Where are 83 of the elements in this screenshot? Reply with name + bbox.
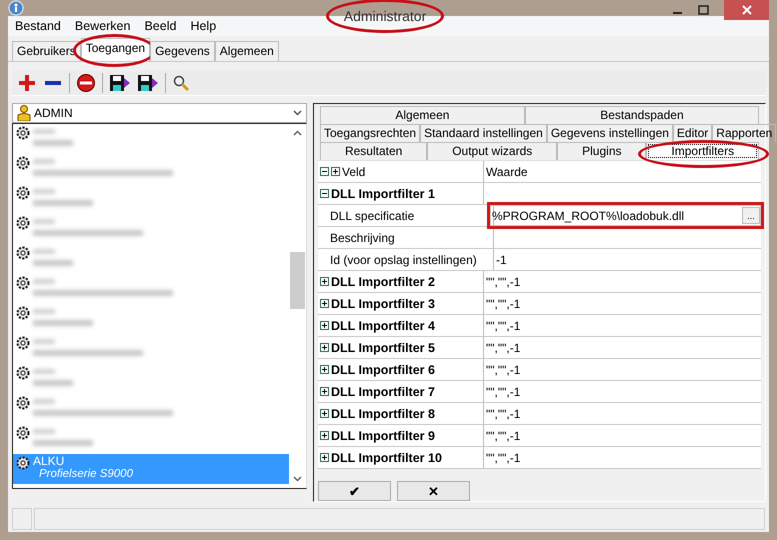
group-label: DLL Importfilter 2	[331, 274, 435, 288]
property-label: DLL specificatie	[330, 208, 414, 222]
gear-icon	[15, 155, 31, 171]
group-label: DLL Importfilter 5	[331, 340, 435, 354]
close-icon	[742, 5, 752, 15]
expand-icon[interactable]	[320, 387, 329, 396]
cell-value: "","",-1	[486, 428, 520, 442]
item-name: ALKU	[33, 454, 66, 468]
cell-value: "","",-1	[486, 362, 520, 376]
file-path-field[interactable]: %PROGRAM_ROOT%\loadobuk.dll ...	[490, 205, 761, 226]
disk-arrow-icon[interactable]	[137, 73, 159, 93]
gear-icon	[15, 245, 31, 261]
cell-value: -1	[496, 252, 507, 266]
scrollbar-thumb[interactable]	[290, 252, 305, 309]
collapse-icon[interactable]	[320, 189, 329, 198]
column-header: Waarde	[486, 164, 528, 178]
window-title: Administrator	[344, 8, 426, 24]
group-label: DLL Importfilter 8	[331, 406, 435, 420]
tab[interactable]: Algemeen	[214, 41, 279, 61]
user-dropdown[interactable]: ADMIN	[12, 103, 307, 123]
tab[interactable]: Algemeen	[320, 106, 525, 124]
cancel-button[interactable]: ✕	[397, 481, 470, 501]
expand-icon[interactable]	[320, 299, 329, 308]
cell-value: "","",-1	[486, 296, 520, 310]
chevron-down-icon	[293, 110, 302, 116]
status-bar	[12, 508, 32, 530]
group-label: DLL Importfilter 10	[331, 450, 442, 464]
menu-item[interactable]: Help	[190, 19, 216, 33]
group-label: DLL Importfilter 6	[331, 362, 435, 376]
browse-button[interactable]: ...	[742, 207, 760, 224]
cell-value: "","",-1	[486, 340, 520, 354]
gear-icon	[15, 395, 31, 411]
menu-item[interactable]: Beeld	[144, 19, 176, 33]
gear-icon	[15, 215, 31, 231]
group-label: DLL Importfilter 4	[331, 318, 435, 332]
cell-value: "","",-1	[486, 384, 520, 398]
tab[interactable]: Toegangen	[80, 38, 150, 61]
group-label: DLL Importfilter 3	[331, 296, 435, 310]
tab[interactable]: Standaard instellingen	[420, 124, 547, 142]
expand-icon[interactable]	[320, 343, 329, 352]
property-label: Id (voor opslag instellingen)	[330, 252, 477, 266]
stop-icon[interactable]	[76, 73, 96, 93]
close-button[interactable]	[724, 0, 769, 20]
group-label: DLL Importfilter 1	[331, 186, 435, 200]
menu-item[interactable]: Bewerken	[74, 19, 130, 33]
cell-value: "","",-1	[486, 450, 520, 464]
expand-icon[interactable]	[320, 431, 329, 440]
scroll-down-icon[interactable]	[293, 476, 302, 482]
item-subtitle: Profielserie S9000	[38, 468, 133, 480]
column-header: Veld	[342, 164, 366, 178]
menu-item[interactable]: Bestand	[15, 19, 61, 33]
expand-icon[interactable]	[320, 277, 329, 286]
add-icon[interactable]	[17, 73, 37, 93]
tab[interactable]: Importfilters	[646, 142, 760, 160]
gear-icon	[15, 365, 31, 381]
group-label: DLL Importfilter 9	[331, 428, 435, 442]
cell-value: "","",-1	[486, 406, 520, 420]
property-label: Beschrijving	[330, 230, 395, 244]
cell-value: "","",-1	[486, 318, 520, 332]
disk-arrow-icon[interactable]	[109, 73, 131, 93]
expand-icon[interactable]	[320, 409, 329, 418]
scroll-up-icon[interactable]	[293, 130, 302, 136]
collapse-all-icon[interactable]	[320, 167, 329, 176]
gear-icon	[15, 455, 31, 471]
tab[interactable]: Bestandspaden	[524, 106, 760, 124]
tab[interactable]: Editor	[672, 124, 712, 142]
group-label: DLL Importfilter 7	[331, 384, 435, 398]
tab[interactable]: Gegevens	[150, 41, 215, 61]
maximize-icon[interactable]	[698, 4, 710, 16]
gear-icon	[15, 275, 31, 291]
ok-button[interactable]: ✔	[318, 481, 391, 501]
gear-icon	[15, 185, 31, 201]
expand-icon[interactable]	[320, 321, 329, 330]
gear-icon	[15, 305, 31, 321]
gear-icon	[15, 425, 31, 441]
expand-icon[interactable]	[320, 453, 329, 462]
cell-value: "","",-1	[486, 274, 520, 288]
search-icon[interactable]	[172, 74, 190, 92]
gear-icon	[15, 335, 31, 351]
tab[interactable]: Toegangsrechten	[320, 124, 420, 142]
expand-icon[interactable]	[320, 365, 329, 374]
expand-all-icon[interactable]	[331, 167, 340, 176]
user-icon	[17, 105, 31, 121]
